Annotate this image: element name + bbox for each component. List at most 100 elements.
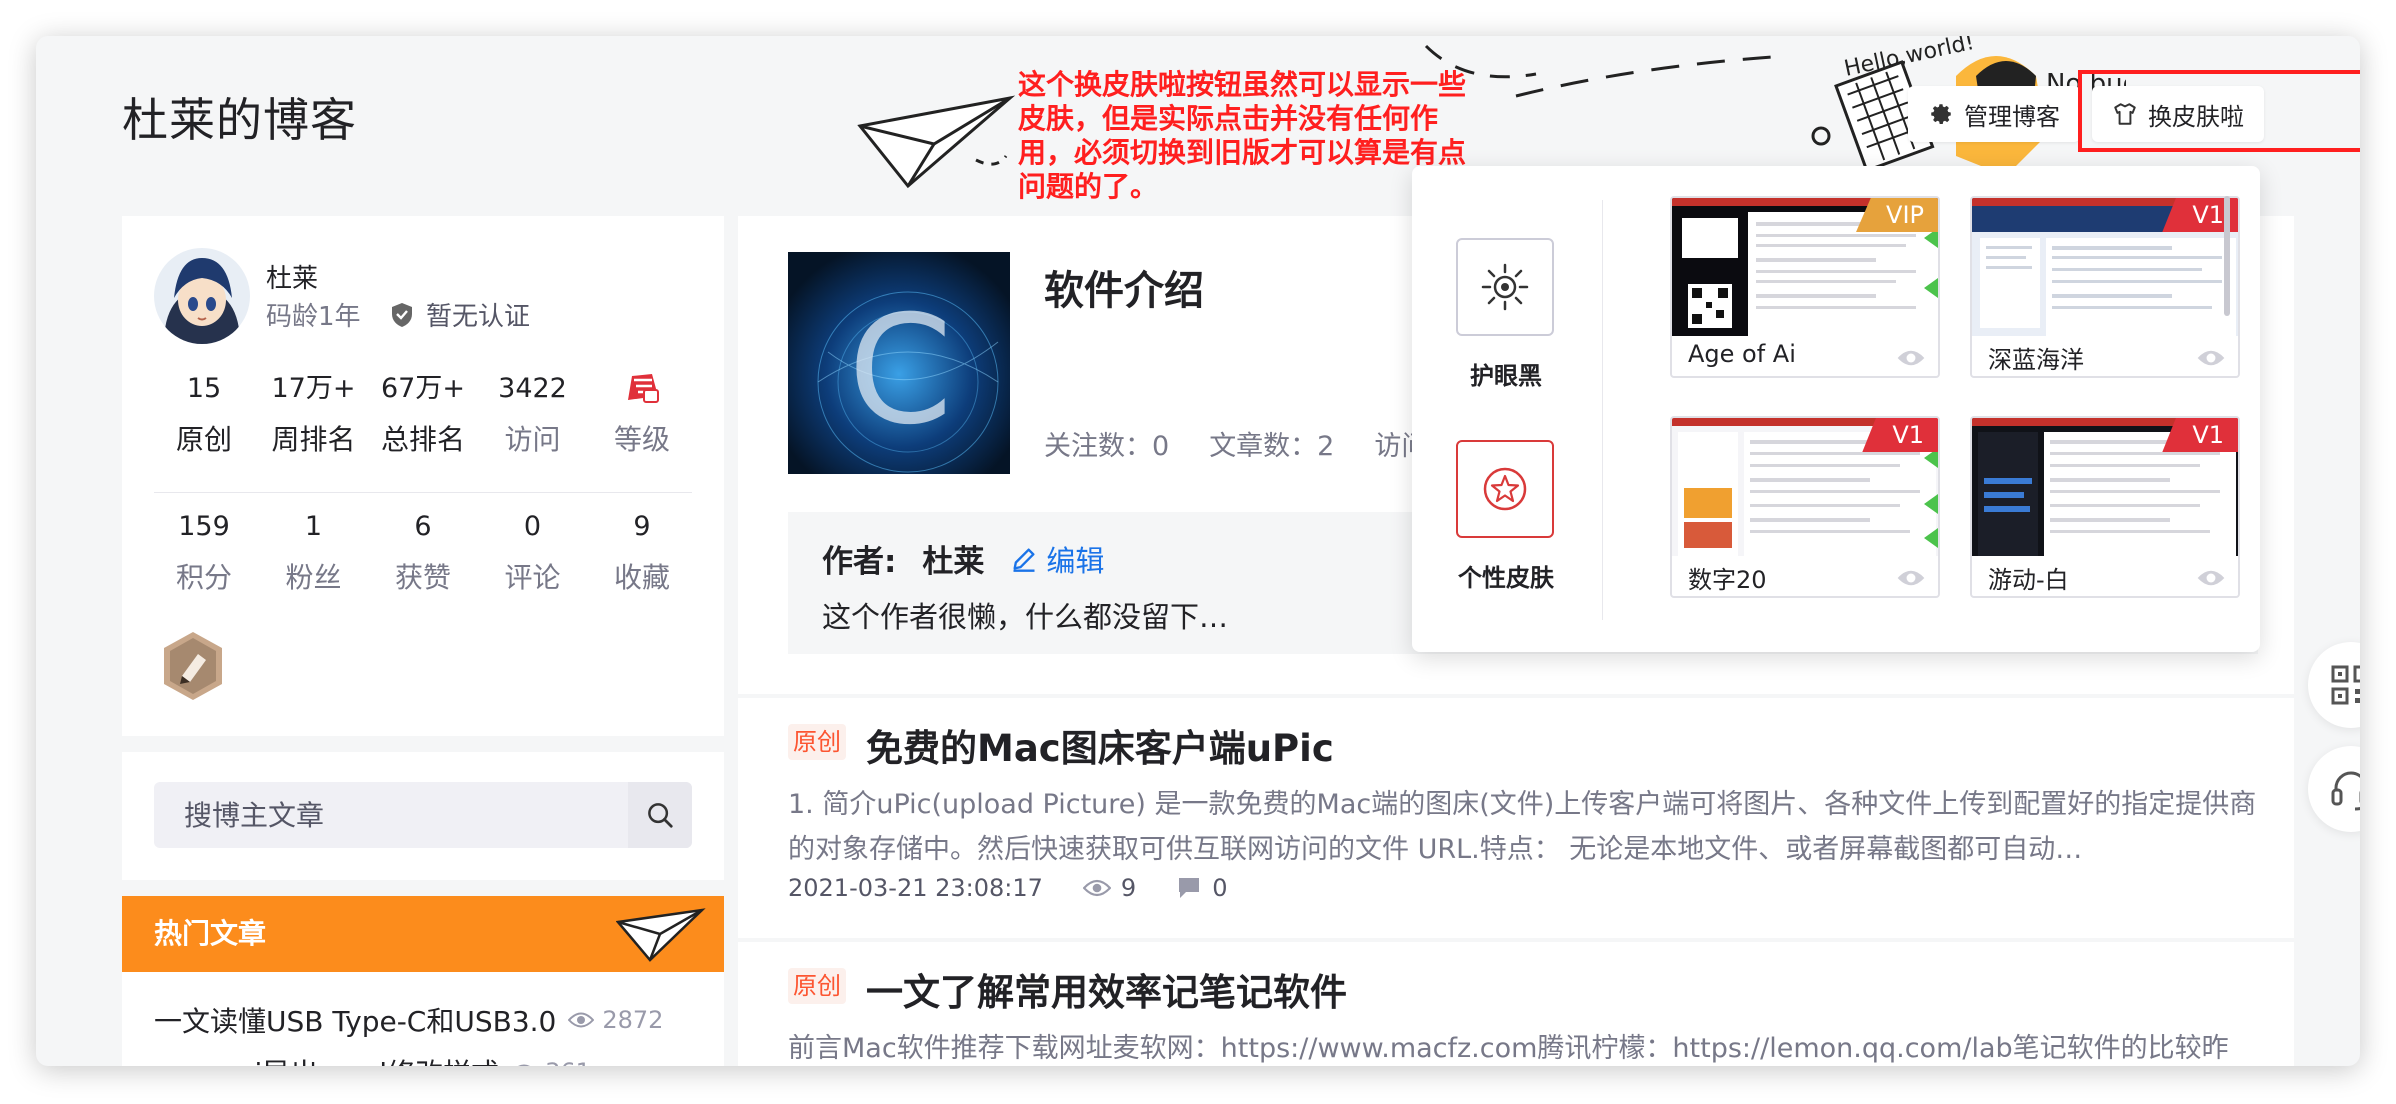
stat-value: 67万+ (381, 373, 465, 404)
skin-name: 游动-白 (1988, 566, 2069, 594)
stats-row-2: 159 积分 1 粉丝 6 获赞 0 评论 9 收藏 (154, 508, 692, 596)
stat-label: 获赞 (394, 561, 451, 594)
article-summary[interactable]: 前言Mac软件推荐下载网址麦软网：https://www.macfz.com腾讯… (788, 1026, 2258, 1066)
article-summary[interactable]: 1. 简介uPic(upload Picture) 是一款免费的Mac端的图床(… (788, 782, 2258, 872)
qrcode-icon (2331, 665, 2360, 705)
article-title[interactable]: 免费的Mac图床客户端uPic (866, 718, 1334, 772)
column-cover-image[interactable]: C (788, 252, 1010, 474)
eye-icon (568, 1012, 595, 1028)
stat-value: 1 (304, 511, 323, 542)
search-icon (648, 803, 673, 828)
preview-eye-icon[interactable] (2196, 348, 2226, 368)
qrcode-button[interactable] (2308, 642, 2360, 728)
popup-divider (1602, 200, 1603, 620)
hot-article-item[interactable]: 一文读懂USB Type-C和USB3.0 2872 (154, 1000, 663, 1040)
certification-label: 暂无认证 (426, 302, 531, 332)
skin-option[interactable]: V1 数字20 (1670, 416, 1940, 598)
hot-articles-title: 热门文章 (154, 917, 267, 950)
hot-articles-card: 热门文章 一文读懂USB Type-C和USB3.0 2872 easypoi导… (122, 896, 724, 1066)
article-item[interactable]: 原创 一文了解常用效率记笔记软件 前言Mac软件推荐下载网址麦软网：https:… (738, 942, 2294, 1066)
manage-blog-button[interactable]: 管理博客 (1908, 86, 2080, 142)
eye-icon (1082, 879, 1111, 897)
edit-author-button[interactable]: 编辑 (1010, 538, 1104, 580)
column-title[interactable]: 软件介绍 (1044, 258, 1204, 316)
preview-eye-icon[interactable] (1896, 348, 1926, 368)
browser-window: 杜莱的博客 这个换皮肤啦按钮虽然可以显示一些皮肤，但是实际点击并没有任何作用，必… (36, 36, 2360, 1066)
author-name[interactable]: 杜莱 (922, 536, 984, 581)
article-title[interactable]: 一文了解常用效率记笔记软件 (866, 962, 1347, 1016)
author-description: 这个作者很懒，什么都没留下… (822, 600, 1229, 634)
stats-divider (154, 492, 692, 493)
hot-article-item[interactable]: easypoi导出word修改样式 361 (154, 1052, 591, 1066)
original-tag: 原创 (788, 968, 846, 1004)
stat-value: 3422 (498, 373, 567, 404)
eye-care-dark-mode[interactable]: 护眼黑 (1456, 238, 1556, 391)
shield-icon (392, 302, 412, 327)
stat-label: 周排名 (271, 423, 356, 456)
hot-articles-header: 热门文章 (122, 896, 724, 972)
skin-name: 深蓝海洋 (1988, 346, 2084, 374)
article-item[interactable]: 原创 免费的Mac图床客户端uPic 1. 简介uPic(upload Pict… (738, 698, 2294, 938)
achievement-badge-icon[interactable] (160, 630, 226, 702)
stat-visits: 3422 访问 (483, 370, 583, 458)
preview-eye-icon[interactable] (2196, 568, 2226, 588)
stat-label: 访问 (504, 423, 561, 456)
stat-fans[interactable]: 1 粉丝 (264, 508, 364, 596)
stats-row-1: 15 原创 17万+ 周排名 67万+ 总排名 3422 访问 等级 (154, 370, 692, 458)
skin-option[interactable]: V1 游动-白 (1970, 416, 2240, 598)
views-count: 361 (545, 1058, 591, 1066)
edit-label: 编辑 (1046, 543, 1105, 578)
stat-value: 0 (523, 511, 542, 542)
mode-label: 护眼黑 (1470, 362, 1542, 390)
paper-plane-icon (857, 95, 1016, 189)
hot-article-views: 361 (511, 1058, 591, 1066)
column-meta: 关注数：0 文章数：2 访问 (1044, 424, 1428, 463)
stat-value: 9 (633, 511, 651, 542)
star-icon (1483, 467, 1527, 511)
original-tag: 原创 (788, 724, 846, 760)
article-meta: 2021-03-21 23:08:17 9 0 (788, 874, 1227, 902)
pencil-icon (1013, 548, 1035, 572)
stat-likes: 6 获赞 (373, 508, 473, 596)
manage-blog-label: 管理博客 (1964, 102, 2060, 131)
column-articles: 文章数：2 (1209, 431, 1335, 462)
custom-skin-mode[interactable]: 个性皮肤 (1456, 440, 1556, 593)
stat-points: 159 积分 (154, 508, 254, 596)
stat-label: 原创 (175, 423, 232, 456)
code-age: 码龄1年 (266, 302, 361, 332)
blog-title: 杜莱的博客 (122, 93, 357, 147)
stat-value: 17万+ (271, 373, 356, 404)
avatar[interactable] (154, 248, 250, 344)
comments-count: 0 (1212, 874, 1228, 902)
search-box (154, 782, 692, 848)
stat-total-rank[interactable]: 67万+ 总排名 (373, 370, 473, 458)
stat-label: 积分 (175, 561, 232, 594)
stat-label: 总排名 (380, 423, 465, 456)
skin-option[interactable]: VIP Age of Ai (1670, 196, 1940, 378)
popup-scrollbar[interactable] (2224, 196, 2230, 316)
author-line: 作者: 杜莱 编辑 (822, 536, 1104, 581)
stat-label: 评论 (504, 561, 561, 594)
hot-article-title[interactable]: easypoi导出word修改样式 (154, 1052, 499, 1066)
stat-value: 159 (178, 511, 230, 542)
stat-level[interactable]: 等级 (592, 370, 692, 458)
skin-option[interactable]: V1 深蓝海洋 (1970, 196, 2240, 378)
search-input[interactable] (154, 782, 628, 848)
skin-name: 数字20 (1688, 566, 1767, 594)
stat-label: 等级 (613, 423, 670, 456)
certification-status: 暂无认证 (390, 296, 530, 333)
stat-week-rank[interactable]: 17万+ 周排名 (264, 370, 364, 458)
stat-original[interactable]: 15 原创 (154, 370, 254, 458)
svg-text:C: C (848, 284, 953, 458)
stat-favorites: 9 收藏 (592, 508, 692, 596)
customer-service-button[interactable] (2308, 746, 2360, 832)
hot-article-title[interactable]: 一文读懂USB Type-C和USB3.0 (154, 1000, 556, 1040)
search-button[interactable] (628, 782, 692, 848)
preview-eye-icon[interactable] (1896, 568, 1926, 588)
user-name[interactable]: 杜莱 (266, 258, 318, 295)
mode-label: 个性皮肤 (1458, 564, 1554, 592)
mode-icon-box (1456, 440, 1554, 538)
stat-label: 收藏 (613, 561, 670, 594)
column-followers: 关注数：0 (1044, 431, 1170, 462)
profile-card: 杜莱 码龄1年 暂无认证 15 原创 17万+ 周排名 67万+ 总排名 342… (122, 216, 724, 736)
